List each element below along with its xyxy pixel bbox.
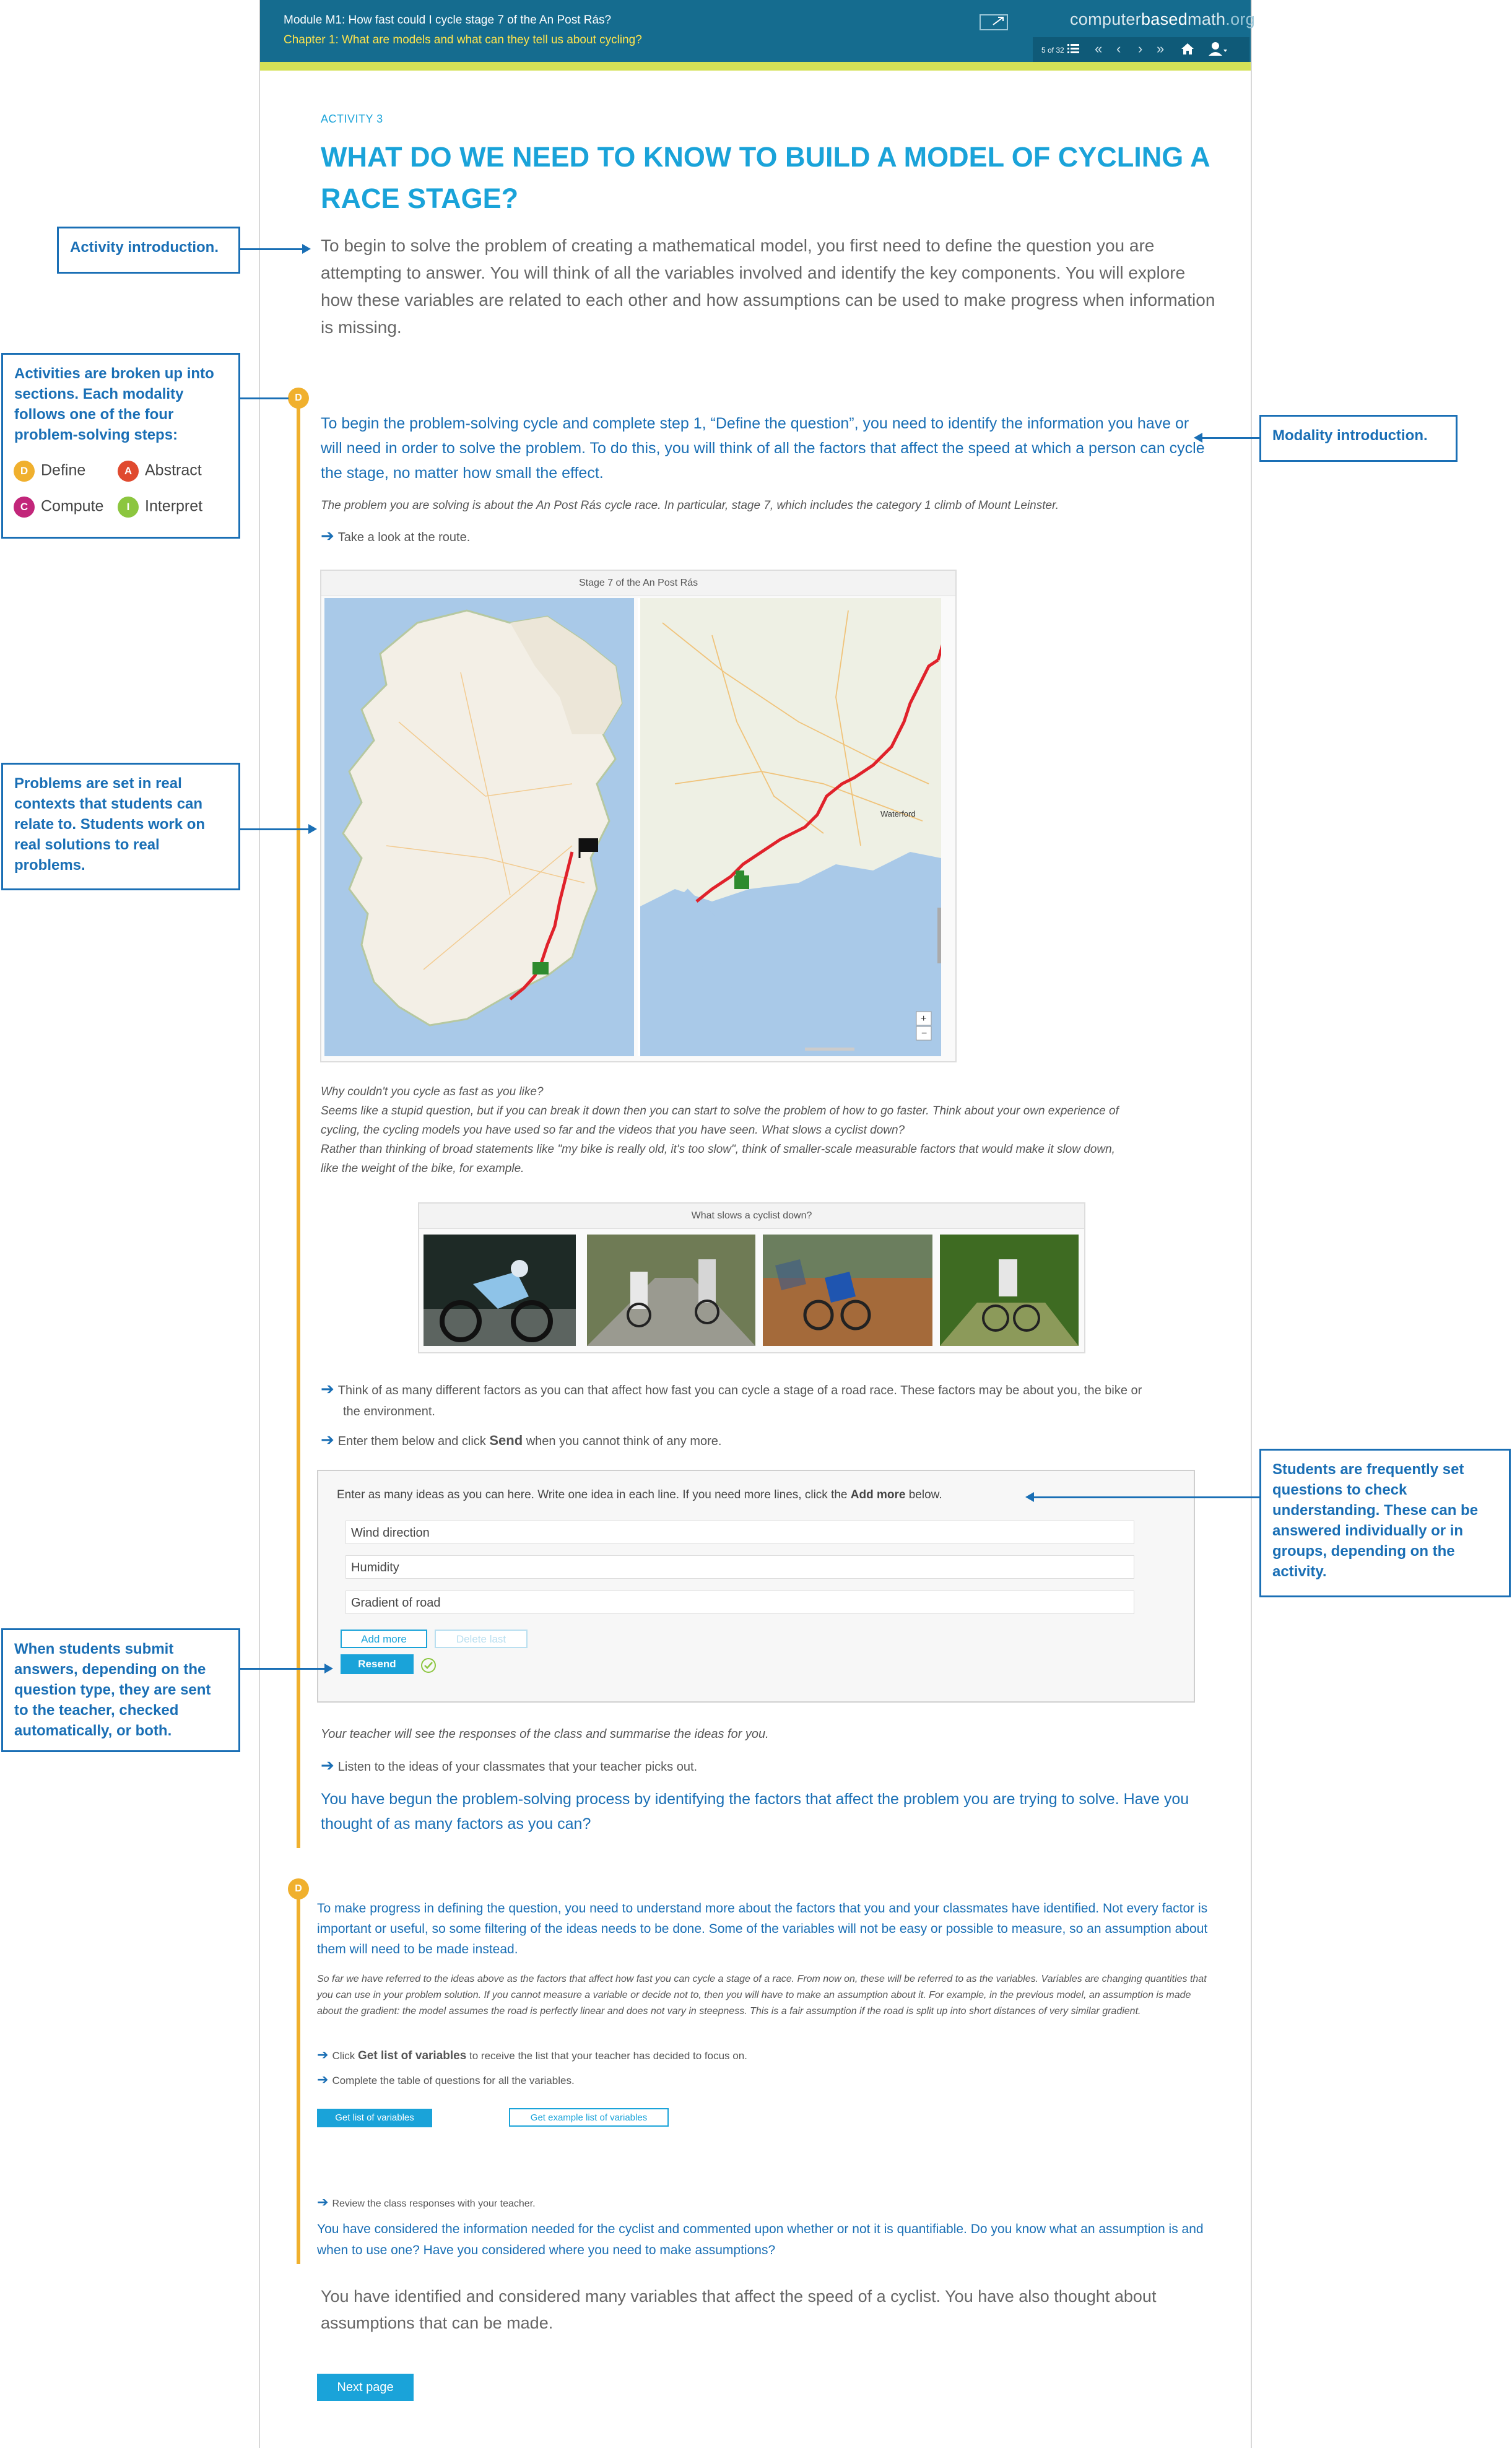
section-2-note: So far we have referred to the ideas abo… — [317, 1974, 1207, 2016]
section-1-line — [297, 396, 300, 1848]
why-line-3: cycling, the cycling models you have use… — [321, 1124, 905, 1137]
callout-connector — [1201, 437, 1259, 439]
next-page-icon[interactable]: › — [1138, 42, 1142, 56]
get-list-of-variables-button[interactable]: Get list of variables — [317, 2109, 432, 2127]
arrow-icon: ➔ — [317, 2194, 329, 2210]
legend-interpret: I Interpret — [118, 497, 202, 518]
arrow-icon: ➔ — [321, 526, 334, 545]
section-2-summary: You have considered the information need… — [317, 2222, 1204, 2257]
stage-route-map[interactable]: Waterford + − — [638, 598, 941, 1056]
step-complete-table: ➔ Complete the table of questions for all… — [317, 2072, 575, 2087]
callout-activity-introduction: Activity introduction. — [57, 227, 240, 274]
arrow-icon: ➔ — [321, 1430, 334, 1449]
teacher-note: Your teacher will see the responses of t… — [321, 1727, 769, 1741]
compute-badge-icon: C — [14, 497, 35, 518]
answer-input-1[interactable]: Wind direction — [345, 1521, 1134, 1544]
step-think: ➔ Think of as many different factors as y… — [321, 1379, 1142, 1418]
arrow-icon: ➔ — [317, 2072, 329, 2087]
section-1-summary: You have begun the problem-solving proce… — [321, 1790, 1189, 1833]
arrow-icon: ➔ — [321, 1379, 334, 1398]
callout-submit-answers: When students submit answers, depending … — [1, 1628, 240, 1752]
module-title: Module M1: How fast could I cycle stage … — [284, 14, 612, 27]
map-scroll-handle[interactable] — [805, 1048, 854, 1051]
modality-intro: To begin the problem-solving cycle and c… — [321, 415, 1205, 482]
step-listen: ➔ Listen to the ideas of your classmates … — [321, 1756, 698, 1774]
home-icon[interactable] — [1180, 42, 1195, 56]
section-2-intro: To make progress in defining the questio… — [317, 1901, 1208, 1956]
check-icon — [421, 1658, 436, 1673]
callout-connector — [1033, 1496, 1259, 1498]
callout-modality-introduction: Modality introduction. — [1259, 415, 1458, 462]
step-route: ➔ Take a look at the route. — [321, 526, 471, 545]
zoom-in-icon[interactable]: + — [921, 1013, 926, 1024]
cyclist-photo-2[interactable] — [587, 1235, 755, 1346]
callout-arrow-icon — [1194, 433, 1202, 443]
first-page-icon[interactable]: « — [1095, 42, 1102, 56]
ideas-question-box: Enter as many ideas as you can here. Wri… — [317, 1470, 1195, 1703]
map-divider[interactable] — [638, 598, 640, 1056]
chapter-title[interactable]: Chapter 1: What are models and what can … — [284, 33, 642, 47]
cyclist-photo-4[interactable] — [940, 1235, 1079, 1346]
callout-connector — [240, 828, 310, 830]
page-counter: 5 of 32 — [1041, 46, 1064, 54]
map-town-label: Waterford — [880, 809, 916, 818]
step-enter: ➔ Enter them below and click Send when yo… — [321, 1430, 722, 1449]
activity-conclusion: You have identified and considered many … — [321, 2287, 1157, 2332]
cyclist-photo-1[interactable] — [424, 1235, 576, 1346]
list-icon[interactable] — [1067, 43, 1080, 54]
section-2-define-badge: D — [288, 1878, 309, 1899]
zoom-out-icon[interactable]: − — [921, 1028, 927, 1039]
why-line-1: Why couldn't you cycle as fast as you li… — [321, 1085, 544, 1098]
callout-arrow-icon — [302, 244, 311, 254]
why-line-5: like the weight of the bike, for example… — [321, 1162, 524, 1175]
interpret-badge-icon: I — [118, 497, 139, 518]
answer-input-2[interactable]: Humidity — [345, 1555, 1134, 1579]
callout-connector — [240, 397, 289, 399]
why-line-2: Seems like a stupid question, but if you… — [321, 1105, 1119, 1118]
section-1-define-badge: D — [288, 388, 309, 409]
question-prompt: Enter as many ideas as you can here. Wri… — [337, 1488, 942, 1501]
add-more-button[interactable]: Add more — [341, 1630, 427, 1648]
callout-connector — [240, 248, 303, 250]
callout-real-contexts: Problems are set in real contexts that s… — [1, 763, 240, 890]
section-2-line — [297, 1883, 300, 2264]
activity-label: ACTIVITY 3 — [321, 113, 383, 125]
user-menu-icon[interactable] — [1207, 41, 1228, 57]
activity-title: WHAT DO WE NEED TO KNOW TO BUILD A MODEL… — [321, 141, 1209, 214]
cyclist-photo-3[interactable] — [763, 1235, 932, 1346]
callout-connector — [240, 1668, 326, 1670]
delete-last-button[interactable]: Delete last — [435, 1630, 528, 1648]
problem-note: The problem you are solving is about the… — [321, 499, 1059, 512]
map-title: Stage 7 of the An Post Rás — [321, 571, 955, 596]
resend-button[interactable]: Resend — [341, 1654, 414, 1674]
callout-questions: Students are frequently set questions to… — [1259, 1449, 1511, 1597]
step-get-list: ➔ Click Get list of variables to receive … — [317, 2047, 747, 2062]
why-line-4: Rather than thinking of broad statements… — [321, 1143, 1115, 1156]
arrow-icon: ➔ — [321, 1756, 334, 1774]
arrow-icon: ➔ — [317, 2047, 329, 2062]
answer-input-3[interactable]: Gradient of road — [345, 1591, 1134, 1614]
get-example-list-button[interactable]: Get example list of variables — [509, 2108, 669, 2127]
define-badge-icon: D — [14, 461, 35, 482]
legend-compute: C Compute — [14, 497, 103, 518]
callout-arrow-icon — [1025, 1492, 1034, 1502]
legend-abstract: A Abstract — [118, 461, 202, 482]
callout-arrow-icon — [308, 824, 317, 834]
photo-panel-title: What slows a cyclist down? — [419, 1204, 1084, 1229]
step-review: ➔ Review the class responses with your te… — [317, 2194, 536, 2210]
activity-intro: To begin to solve the problem of creatin… — [321, 236, 1215, 337]
previous-page-icon[interactable]: ‹ — [1116, 42, 1121, 56]
expand-icon[interactable] — [980, 12, 1010, 31]
header-accent-strip — [260, 62, 1251, 71]
last-page-icon[interactable]: » — [1157, 42, 1164, 56]
brand-logo[interactable]: computerbasedmath.org — [1070, 10, 1255, 29]
next-page-button[interactable]: Next page — [317, 2374, 414, 2401]
callout-arrow-icon — [324, 1664, 333, 1673]
legend-define: D Define — [14, 461, 85, 482]
abstract-badge-icon: A — [118, 461, 139, 482]
ireland-map[interactable] — [324, 598, 634, 1056]
